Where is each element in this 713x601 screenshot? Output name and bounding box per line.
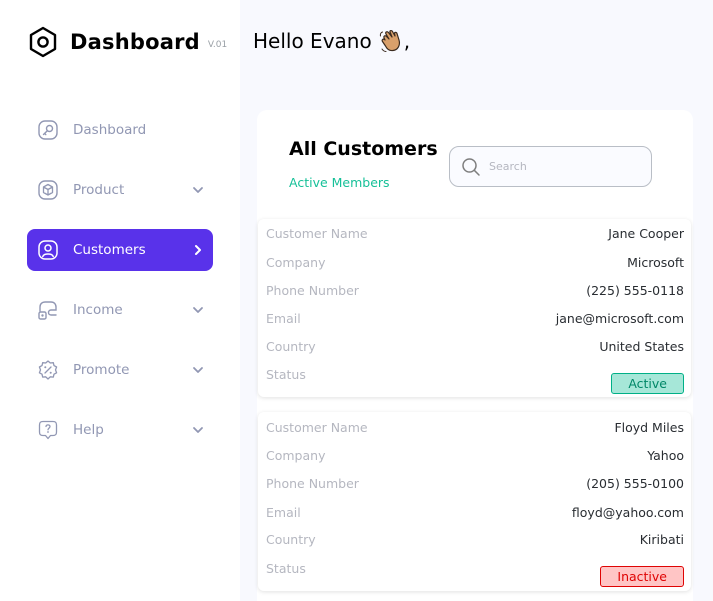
field-label: Customer Name [266,225,368,241]
sidebar-item-income[interactable]: Income [27,289,213,331]
search-icon [462,157,480,176]
brand: Dashboard V.01 [28,26,227,58]
greeting-text: Hello Evano [253,29,372,53]
chevron-down-icon [193,187,203,193]
customer-name: Floyd Miles [614,419,684,435]
customer-country: Kiribati [639,531,684,547]
field-label: Country [266,531,316,547]
customer-phone: (225) 555-0118 [586,282,684,298]
chevron-down-icon [193,427,203,433]
sidebar-item-product[interactable]: Product [27,169,213,211]
field-row: Country United States [258,335,691,357]
status-badge: Active [611,372,684,394]
sidebar-item-dashboard[interactable]: Dashboard [27,109,213,151]
customer-name: Jane Cooper [608,225,684,241]
waving-hand-icon [379,30,400,52]
field-row: Email jane@microsoft.com [258,307,691,329]
field-row: Company Microsoft [258,251,691,273]
customer-card: Customer Name Floyd Miles Company Yahoo … [258,412,691,591]
status-badge: Inactive [600,565,684,587]
field-label: Status [266,560,306,576]
chevron-down-icon [193,367,203,373]
field-row: Email floyd@yahoo.com [258,501,691,523]
sidebar-item-label: Promote [73,362,130,378]
chevron-down-icon [193,307,203,313]
sidebar-item-label: Dashboard [73,122,147,138]
user-square-icon [38,240,58,260]
field-row: Phone Number (205) 555-0100 [258,472,691,494]
panel-subtitle: Active Members [289,175,390,190]
field-label: Status [266,366,306,382]
greeting: Hello Evano , [253,28,410,54]
sidebar-item-label: Customers [73,242,146,258]
sidebar-item-customers[interactable]: Customers [27,229,213,271]
search-input[interactable] [489,160,639,173]
sidebar-item-help[interactable]: Help [27,409,213,451]
field-label: Customer Name [266,419,368,435]
field-label: Company [266,447,326,463]
field-row: Phone Number (225) 555-0118 [258,279,691,301]
field-row: Customer Name Jane Cooper [258,222,691,244]
field-label: Email [266,310,301,326]
field-row: Company Yahoo [258,444,691,466]
greeting-comma: , [403,29,411,53]
field-label: Email [266,504,301,520]
customer-company: Yahoo [647,447,684,463]
field-row: Customer Name Floyd Miles [258,416,691,438]
discount-badge-icon [38,360,58,380]
customer-phone: (205) 555-0100 [586,475,684,491]
field-label: Phone Number [266,475,359,491]
field-label: Company [266,254,326,270]
field-row: Status Active [258,363,691,394]
help-message-icon [38,420,58,440]
customer-email: jane@microsoft.com [555,310,684,326]
field-label: Country [266,338,316,354]
sidebar-item-label: Help [73,422,104,438]
brand-title: Dashboard [70,30,200,54]
wallet-icon [38,301,57,320]
field-row: Status Inactive [258,557,691,587]
customer-company: Microsoft [627,254,684,270]
sidebar-item-label: Income [73,302,123,318]
search-box[interactable] [449,146,652,187]
customer-country: United States [599,338,684,354]
customer-card: Customer Name Jane Cooper Company Micros… [258,219,691,397]
brand-version: V.01 [207,40,228,50]
panel-title: All Customers [289,138,438,160]
hexagon-logo-icon [29,26,57,58]
sidebar: Dashboard V.01 Dashboard Product Custome… [0,0,240,601]
field-row: Country Kiribati [258,528,691,550]
cube-icon [38,180,58,200]
customer-email: floyd@yahoo.com [571,504,684,520]
field-label: Phone Number [266,282,359,298]
sidebar-item-label: Product [73,182,125,198]
chevron-right-icon [195,245,201,255]
key-icon [38,120,58,140]
sidebar-item-promote[interactable]: Promote [27,349,213,391]
